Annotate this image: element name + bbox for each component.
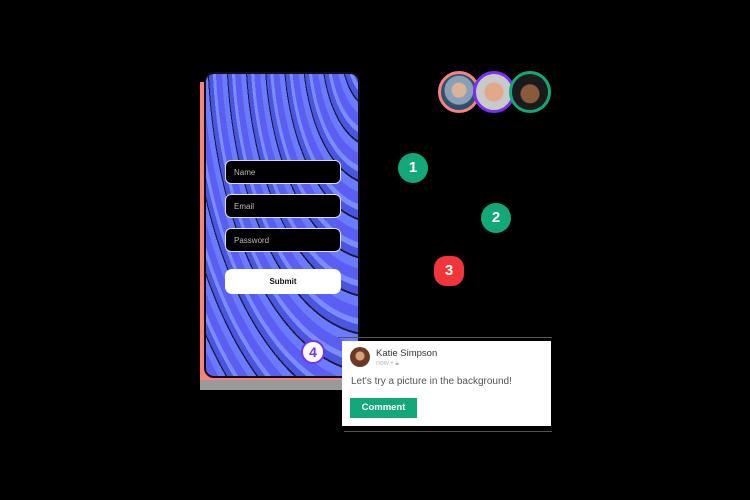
comment-text: Let's try a picture in the background! <box>351 376 512 387</box>
divider <box>344 431 552 432</box>
marker-3[interactable]: 3 <box>434 256 464 286</box>
marker-2[interactable]: 2 <box>481 203 511 233</box>
marker-4[interactable]: 4 <box>301 340 325 364</box>
comment-card: Katie Simpson now • 🔒︎ Let's try a pictu… <box>342 341 551 426</box>
time: now <box>376 360 389 367</box>
divider <box>338 337 552 338</box>
email-input[interactable]: Email <box>225 194 341 218</box>
phone-shadow-gray <box>200 380 342 390</box>
author-avatar <box>350 347 370 367</box>
lock-icon: 🔒︎ <box>395 360 399 367</box>
submit-button[interactable]: Submit <box>225 269 341 294</box>
name-input[interactable]: Name <box>225 160 341 184</box>
author-name: Katie Simpson <box>376 348 438 359</box>
separator: • <box>390 360 394 367</box>
marker-1[interactable]: 1 <box>398 153 428 183</box>
password-input[interactable]: Password <box>225 228 341 252</box>
comment-button[interactable]: Comment <box>350 398 417 418</box>
phone-mockup: Name Email Password Submit <box>204 72 360 378</box>
timestamp: now • 🔒︎ <box>376 360 399 368</box>
avatar-3[interactable] <box>509 71 551 113</box>
